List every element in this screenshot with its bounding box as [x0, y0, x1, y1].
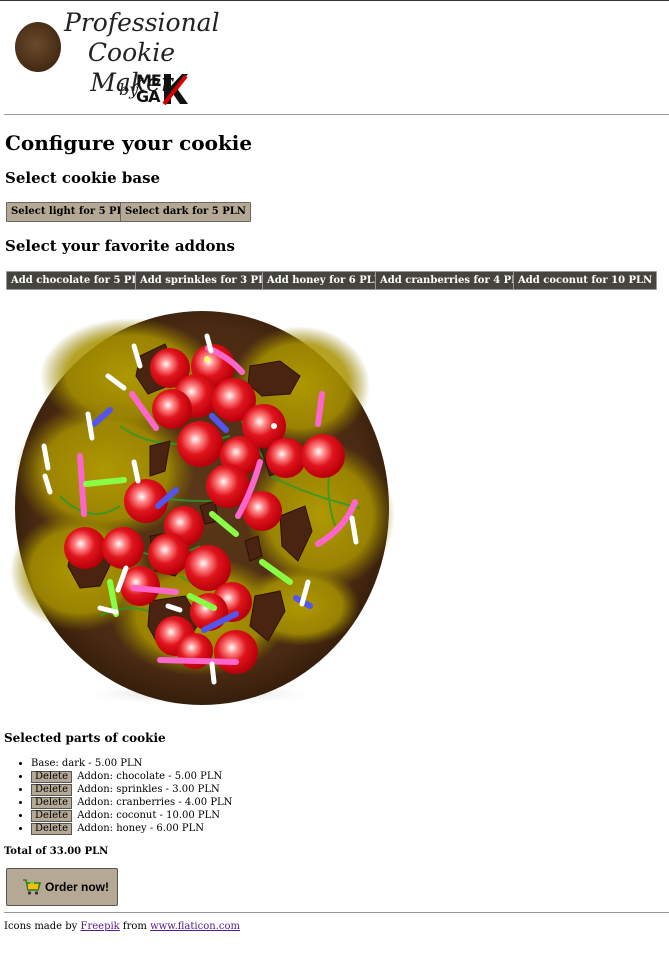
- list-item: Delete Addon: coconut - 10.00 PLN: [31, 809, 232, 822]
- part-text: Addon: coconut - 10.00 PLN: [77, 810, 221, 821]
- logo: Professional Cookie Maker by ME GA: [14, 8, 220, 108]
- part-text: Addon: honey - 6.00 PLN: [77, 823, 204, 834]
- add-chocolate-button[interactable]: Add chocolate for 5 PLN: [6, 271, 153, 290]
- footer-prefix: Icons made by: [4, 921, 78, 932]
- delete-button[interactable]: Delete: [31, 822, 72, 835]
- add-coconut-button[interactable]: Add coconut for 10 PLN: [513, 271, 658, 290]
- freepik-link[interactable]: Freepik: [81, 921, 120, 932]
- part-text: Base: dark - 5.00 PLN: [31, 758, 143, 769]
- addons-heading: Select your favorite addons: [5, 237, 235, 255]
- part-text: Addon: chocolate - 5.00 PLN: [77, 771, 223, 782]
- page-title: Configure your cookie: [5, 131, 253, 155]
- delete-button[interactable]: Delete: [31, 783, 72, 796]
- add-cranberries-button[interactable]: Add cranberries for 4 PLN: [375, 271, 533, 290]
- select-light-base-button[interactable]: Select light for 5 PLN: [6, 202, 138, 222]
- selected-parts-heading: Selected parts of cookie: [4, 731, 166, 745]
- order-now-label: Order now!: [45, 880, 110, 894]
- order-total: Total of 33.00 PLN: [4, 846, 109, 857]
- header-divider: [4, 114, 669, 115]
- logo-brand-mark: ME GA: [136, 68, 188, 108]
- cookie-preview-image: [10, 311, 395, 706]
- footer-divider: [4, 912, 669, 913]
- logo-k-mark: [162, 74, 188, 106]
- add-sprinkles-button[interactable]: Add sprinkles for 3 PLN: [135, 271, 280, 290]
- list-item: Base: dark - 5.00 PLN: [31, 757, 232, 770]
- base-heading: Select cookie base: [5, 169, 161, 187]
- cookie-preview: [0, 296, 400, 716]
- delete-button[interactable]: Delete: [31, 770, 72, 783]
- select-dark-base-button[interactable]: Select dark for 5 PLN: [120, 202, 251, 222]
- shopping-cart-icon: [23, 879, 42, 895]
- footer-credits: Icons made by Freepik from www.flaticon.…: [4, 920, 240, 933]
- part-text: Addon: sprinkles - 3.00 PLN: [77, 784, 220, 795]
- logo-cookie-image: [15, 22, 61, 72]
- list-item: Delete Addon: honey - 6.00 PLN: [31, 822, 232, 835]
- logo-brand-bottom: GA: [136, 87, 160, 106]
- part-text: Addon: cranberries - 4.00 PLN: [77, 797, 233, 808]
- add-honey-button[interactable]: Add honey for 6 PLN: [262, 271, 388, 290]
- delete-button[interactable]: Delete: [31, 796, 72, 809]
- flaticon-link[interactable]: www.flaticon.com: [150, 921, 240, 932]
- footer-middle: from: [122, 921, 147, 932]
- list-item: Delete Addon: chocolate - 5.00 PLN: [31, 770, 232, 783]
- top-border: [0, 0, 669, 1]
- list-item: Delete Addon: cranberries - 4.00 PLN: [31, 796, 232, 809]
- selected-parts-list: Base: dark - 5.00 PLN Delete Addon: choc…: [4, 757, 232, 835]
- list-item: Delete Addon: sprinkles - 3.00 PLN: [31, 783, 232, 796]
- order-now-button[interactable]: Order now!: [6, 868, 118, 906]
- delete-button[interactable]: Delete: [31, 809, 72, 822]
